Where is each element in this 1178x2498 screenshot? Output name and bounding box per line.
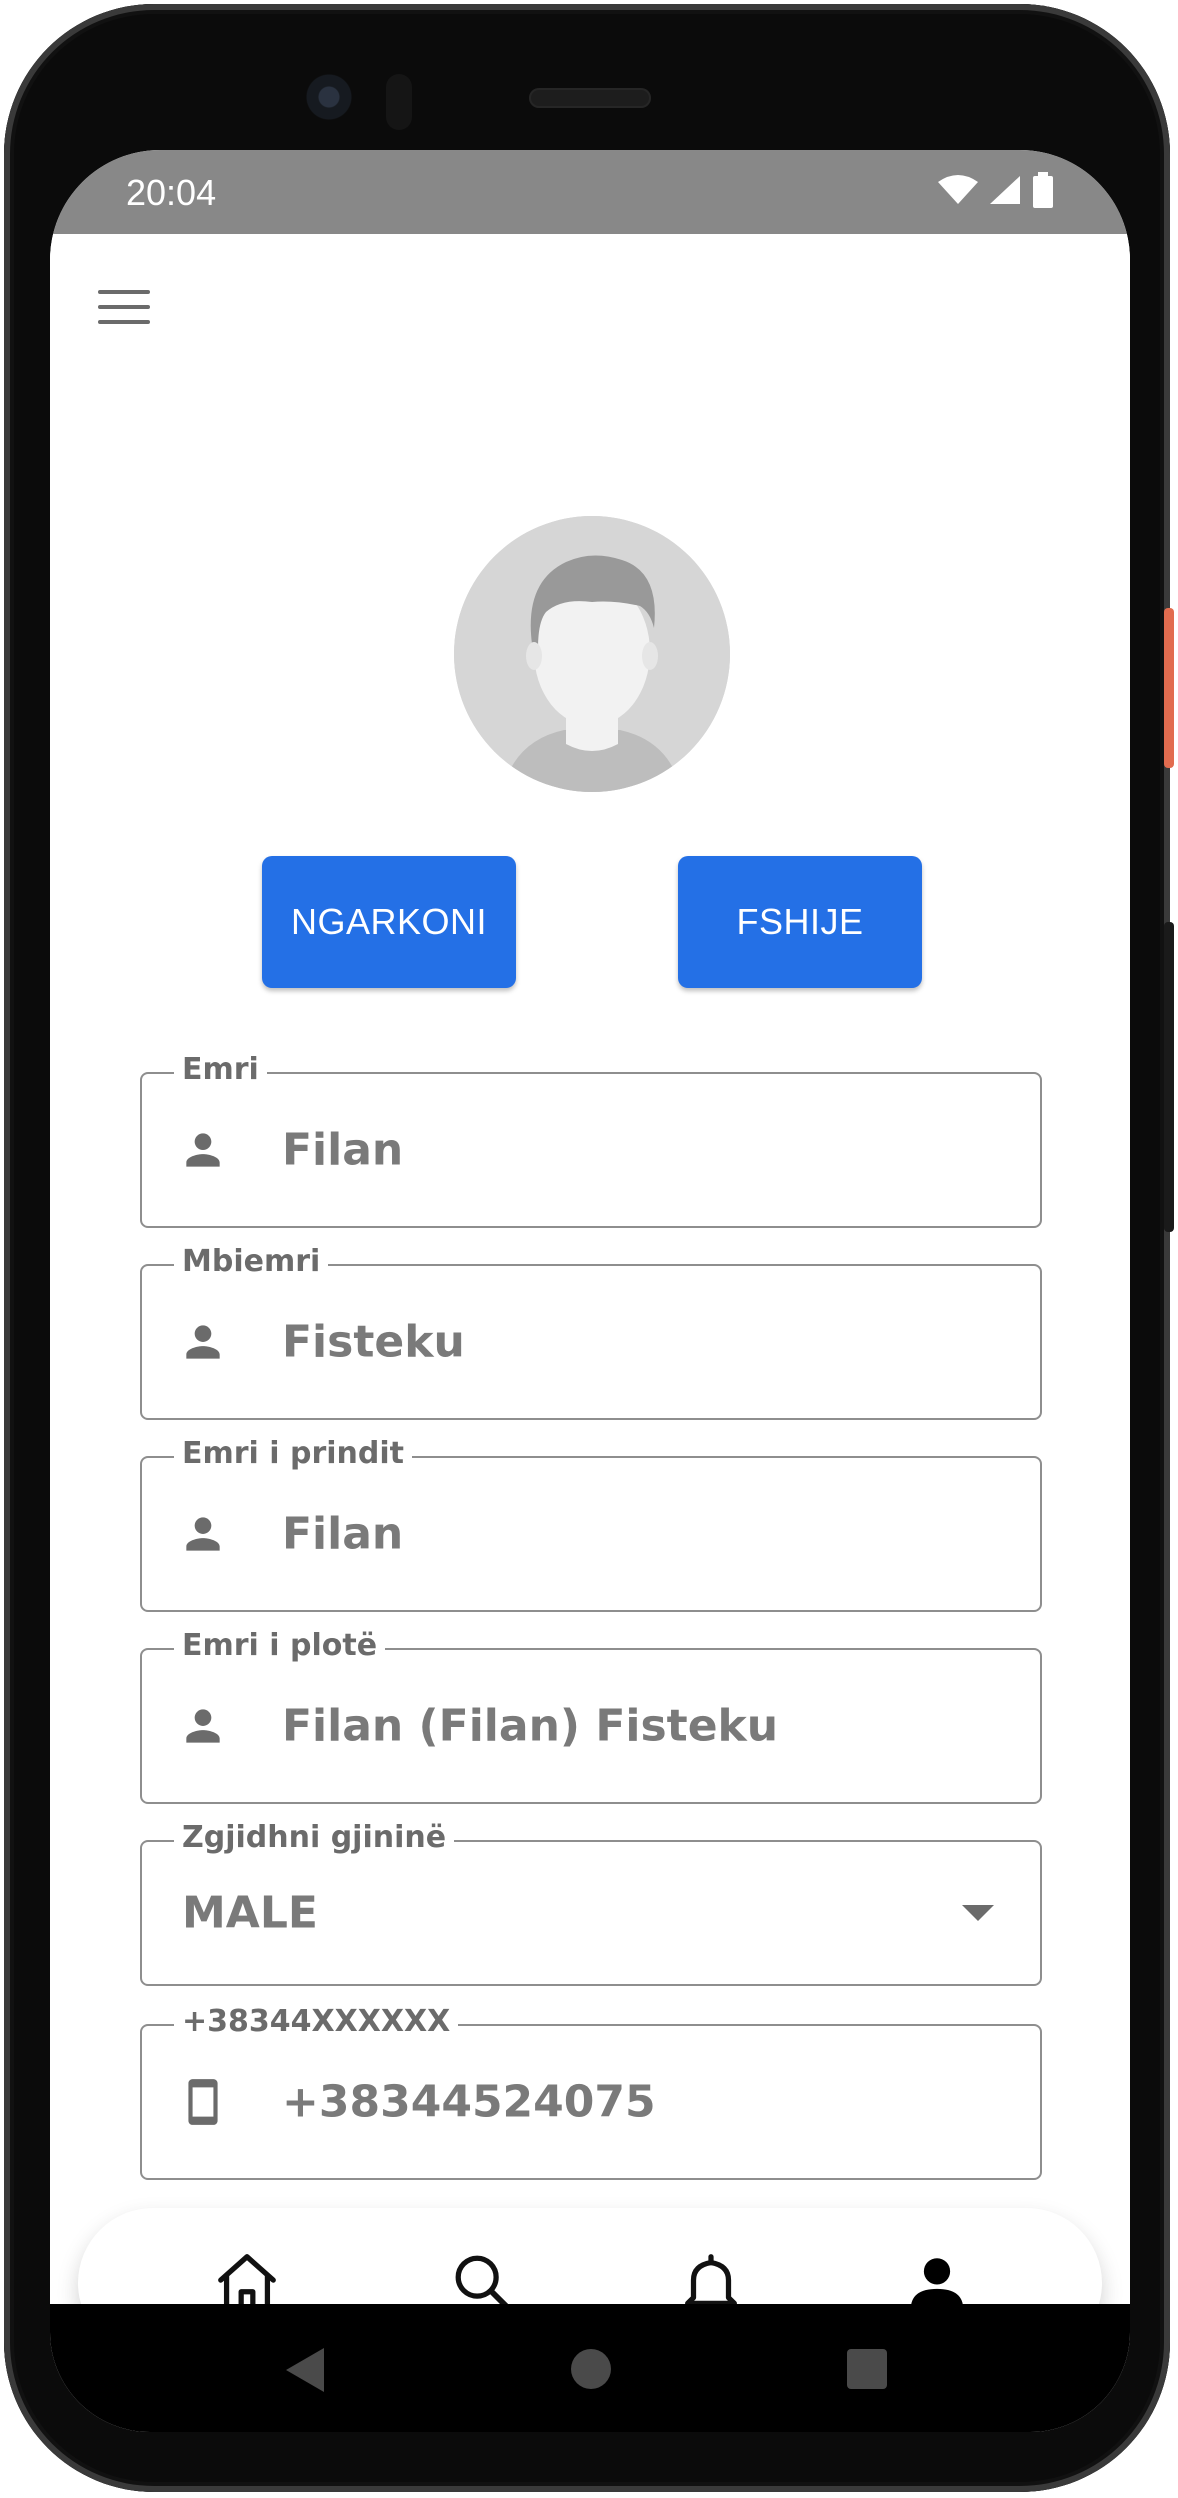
- full-name-field[interactable]: Emri i plotë Filan (Filan) Fisteku: [140, 1628, 1042, 1804]
- smartphone-icon: [188, 2079, 218, 2125]
- home-circle-icon[interactable]: [570, 2348, 612, 2390]
- wifi-icon: [938, 175, 978, 204]
- back-icon[interactable]: [284, 2346, 328, 2394]
- profile-page: NGARKONI FSHIJE Emri Filan Mbiemri Fiste…: [50, 234, 1130, 2358]
- last-name-label: Mbiemri: [174, 1244, 329, 1279]
- default-avatar-icon: [454, 516, 730, 792]
- upload-photo-button[interactable]: NGARKONI: [262, 856, 516, 988]
- full-name-value: Filan (Filan) Fisteku: [282, 1700, 779, 1752]
- phone-frame: 20:04 NGARKONI FSHIJE Emri Filan Mbiemri…: [4, 4, 1174, 2492]
- avatar: [454, 516, 730, 792]
- front-camera: [304, 72, 354, 122]
- parent-name-value: Filan: [282, 1508, 404, 1560]
- hamburger-menu-icon[interactable]: [98, 290, 150, 330]
- first-name-label: Emri: [174, 1052, 267, 1087]
- full-name-label: Emri i plotë: [174, 1628, 386, 1663]
- volume-button: [1164, 922, 1174, 1232]
- person-icon: [186, 1517, 220, 1551]
- phone-field[interactable]: +38344XXXXXX +38344524075: [140, 2004, 1042, 2180]
- status-time: 20:04: [126, 172, 217, 213]
- person-icon: [186, 1325, 220, 1359]
- first-name-field[interactable]: Emri Filan: [140, 1052, 1042, 1228]
- person-icon: [186, 1133, 220, 1167]
- delete-photo-button[interactable]: FSHIJE: [678, 856, 922, 988]
- dropdown-arrow-icon[interactable]: [962, 1905, 994, 1921]
- earpiece-speaker: [529, 88, 651, 108]
- person-icon: [186, 1709, 220, 1743]
- status-icons: [938, 172, 1054, 208]
- gender-select[interactable]: Zgjidhni gjininë MALE: [140, 1820, 1042, 1986]
- screen: 20:04 NGARKONI FSHIJE Emri Filan Mbiemri…: [50, 150, 1130, 2432]
- gender-value: MALE: [182, 1887, 318, 1939]
- last-name-field[interactable]: Mbiemri Fisteku: [140, 1244, 1042, 1420]
- recents-icon[interactable]: [846, 2348, 888, 2390]
- phone-label: +38344XXXXXX: [174, 2004, 459, 2039]
- status-bar: 20:04: [50, 150, 1130, 234]
- last-name-value: Fisteku: [282, 1316, 465, 1368]
- proximity-sensor: [386, 74, 412, 130]
- first-name-value: Filan: [282, 1124, 404, 1176]
- parent-name-label: Emri i prindit: [174, 1436, 413, 1471]
- signal-icon: [990, 176, 1020, 204]
- system-navigation-bar: [50, 2304, 1130, 2432]
- battery-icon: [1033, 172, 1053, 208]
- parent-name-field[interactable]: Emri i prindit Filan: [140, 1436, 1042, 1612]
- phone-value: +38344524075: [282, 2076, 656, 2128]
- power-button: [1164, 608, 1174, 768]
- gender-label: Zgjidhni gjininë: [174, 1820, 455, 1855]
